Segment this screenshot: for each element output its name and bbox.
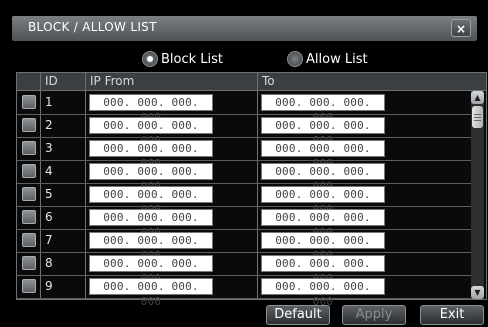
dialog-title: BLOCK / ALLOW LIST	[28, 20, 157, 34]
allow-list-label: Allow List	[306, 51, 368, 67]
ip-to-field[interactable]: 000. 000. 000. 000	[261, 255, 385, 285]
row-checkbox[interactable]	[22, 256, 36, 270]
ip-from-field[interactable]: 000. 000. 000. 000	[89, 255, 213, 285]
grip-line	[474, 114, 481, 115]
ip-from-field[interactable]: 000. 000. 000. 000	[89, 186, 213, 216]
ip-to-field[interactable]: 000. 000. 000. 000	[261, 140, 385, 170]
ip-to-field[interactable]: 000. 000. 000. 000	[261, 94, 385, 124]
row-checkbox[interactable]	[22, 118, 36, 132]
row-id: 2	[45, 118, 53, 132]
table-row: 4 000. 000. 000. 000 000. 000. 000. 000	[17, 160, 472, 193]
ip-list-table: ID IP From To 1000. 000. 000. 000000. 00…	[16, 72, 487, 308]
ip-from-field[interactable]: 000. 000. 000. 000	[89, 163, 213, 193]
grip-line	[474, 117, 481, 118]
table-row: 2 000. 000. 000. 000 000. 000. 000. 000	[17, 114, 472, 147]
default-button[interactable]: Default	[266, 305, 330, 325]
table-row: 5 000. 000. 000. 000 000. 000. 000. 000	[17, 183, 472, 216]
ip-from-field[interactable]: 000. 000. 000. 000	[89, 94, 213, 124]
row-id: 5	[45, 187, 53, 201]
table-row: 8 000. 000. 000. 000 000. 000. 000. 000	[17, 252, 472, 285]
row-id: 6	[45, 210, 53, 224]
row-id: 7	[45, 233, 53, 247]
row-checkbox[interactable]	[22, 233, 36, 247]
header-id: ID	[45, 74, 58, 88]
ip-to-field[interactable]: 000. 000. 000. 000	[261, 232, 385, 262]
row-id: 8	[45, 256, 53, 270]
title-bar: BLOCK / ALLOW LIST ×	[12, 16, 477, 41]
ip-from-field[interactable]: 000. 000. 000. 000	[89, 117, 213, 147]
ip-from-field[interactable]: 000. 000. 000. 000	[89, 140, 213, 170]
table-row: 6 000. 000. 000. 000 000. 000. 000. 000	[17, 206, 472, 239]
table-row: 9 000. 000. 000. 000 000. 000. 000. 000	[17, 275, 472, 308]
row-id: 3	[45, 141, 53, 155]
ip-to-field[interactable]: 000. 000. 000. 000	[261, 209, 385, 239]
table-header: ID IP From To	[17, 73, 486, 91]
allow-list-option[interactable]: Allow List	[287, 50, 368, 68]
table-row: 3 000. 000. 000. 000 000. 000. 000. 000	[17, 137, 472, 170]
header-ip-from: IP From	[90, 74, 135, 88]
row-id: 1	[45, 95, 53, 109]
ip-to-field[interactable]: 000. 000. 000. 000	[261, 117, 385, 147]
table-row: 7 000. 000. 000. 000 000. 000. 000. 000	[17, 229, 472, 262]
scroll-down-arrow-icon[interactable]: ▼	[471, 286, 484, 299]
scroll-thumb[interactable]	[472, 106, 483, 128]
block-list-option[interactable]: Block List	[142, 50, 223, 68]
block-list-label: Block List	[161, 51, 224, 67]
grip-line	[474, 120, 481, 121]
block-list-radio[interactable]	[142, 51, 158, 67]
block-allow-dialog: BLOCK / ALLOW LIST × Block List Allow Li…	[0, 0, 488, 327]
ip-from-field[interactable]: 000. 000. 000. 000	[89, 232, 213, 262]
exit-button[interactable]: Exit	[420, 305, 484, 325]
ip-to-field[interactable]: 000. 000. 000. 000	[261, 163, 385, 193]
close-icon: ×	[455, 22, 467, 36]
row-checkbox[interactable]	[22, 187, 36, 201]
list-mode-selector: Block List Allow List	[0, 50, 488, 68]
row-checkbox[interactable]	[22, 210, 36, 224]
ip-from-field[interactable]: 000. 000. 000. 000	[89, 278, 213, 308]
row-checkbox[interactable]	[22, 141, 36, 155]
allow-list-radio[interactable]	[287, 51, 303, 67]
ip-from-field[interactable]: 000. 000. 000. 000	[89, 209, 213, 239]
row-id: 4	[45, 164, 53, 178]
row-id: 9	[45, 279, 53, 293]
row-checkbox[interactable]	[22, 95, 36, 109]
apply-button[interactable]: Apply	[342, 305, 406, 325]
ip-to-field[interactable]: 000. 000. 000. 000	[261, 278, 385, 308]
close-button[interactable]: ×	[451, 19, 471, 37]
table-row: 1 000. 000. 000. 000 000. 000. 000. 000	[17, 91, 472, 124]
header-to: To	[262, 74, 275, 88]
vertical-scrollbar[interactable]: ▲ ▼	[471, 91, 484, 299]
ip-to-field[interactable]: 000. 000. 000. 000	[261, 186, 385, 216]
row-checkbox[interactable]	[22, 164, 36, 178]
row-checkbox[interactable]	[22, 279, 36, 293]
scroll-up-arrow-icon[interactable]: ▲	[471, 91, 484, 104]
